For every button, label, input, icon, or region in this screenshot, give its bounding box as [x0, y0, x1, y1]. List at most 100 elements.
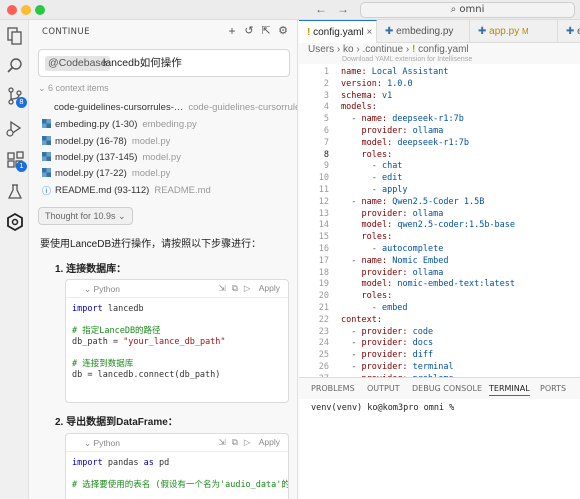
yaml-line: version: 1.0.0 [341, 79, 515, 91]
back-arrow-icon[interactable]: ← [315, 2, 327, 16]
code-actions: ⇲ ⧉ ▷ Apply [213, 283, 280, 294]
yaml-dash: - [341, 184, 382, 195]
yaml-value: Qwen2.5-Coder 1.5B [387, 196, 485, 207]
yaml-line: model: deepseek-r1:7b [341, 138, 515, 150]
info-icon: ⓘ [42, 186, 52, 196]
search-icon[interactable] [5, 56, 25, 76]
context-items-header[interactable]: ⌄ 6 context items [38, 83, 109, 94]
yaml-key: provider: [361, 125, 408, 136]
yaml-key: name: [361, 255, 388, 266]
line-number: 14 [318, 220, 329, 231]
context-item-path: code-guidelines-cursorrules… [188, 102, 297, 113]
thought-toggle[interactable]: Thought for 10.9s ⌄ [38, 207, 133, 225]
code-token: import [72, 458, 103, 468]
line-number: 18 [318, 267, 329, 278]
code-editor[interactable]: 1 2 3 4 5 6 7 8 9 10 11 12 13 14 15 16 17 18 19 20 21 22 23 24 2… [299, 64, 580, 377]
context-item-name: model.py (137-145) [55, 152, 138, 163]
yaml-line: - name: Nomic Embed [341, 256, 515, 268]
context-item[interactable]: ⓘ README.md (93-112) README.md [42, 184, 211, 198]
context-item[interactable]: model.py (137-145) model.py [42, 151, 181, 165]
apply-label: Apply [258, 437, 280, 447]
apply-button[interactable]: ▷ Apply [244, 283, 280, 293]
line-number: 21 [318, 302, 329, 313]
command-search-box[interactable]: ⌕ omni [360, 2, 575, 18]
copy-icon[interactable]: ⧉ [232, 283, 238, 293]
code-lang: ⌄ Python [84, 438, 120, 448]
breadcrumb-item[interactable]: ko [343, 44, 354, 55]
gear-icon[interactable]: ⚙ [277, 24, 289, 38]
new-session-icon[interactable]: + [226, 24, 238, 38]
code-block: ⌄ Python ⇲ ⧉ ▷ Apply import pandas as pd #… [65, 433, 289, 499]
yaml-line: models: [341, 102, 515, 114]
yaml-dash: - [341, 302, 382, 313]
line-number: 4 [323, 102, 329, 113]
zoom-window-button[interactable] [35, 5, 45, 15]
line-number: 19 [318, 279, 329, 290]
run-debug-icon[interactable] [5, 118, 25, 138]
yaml-dash: - [341, 243, 382, 254]
yaml-key: name: [341, 67, 367, 77]
context-item-path: embeding.py [142, 119, 197, 130]
yaml-indent [341, 268, 361, 278]
code-token: db = lancedb.connect(db_path) [72, 370, 221, 380]
breadcrumb-item[interactable]: .continue [362, 44, 403, 55]
tab-app-py[interactable]: ✚ app.py M [470, 20, 558, 43]
context-item[interactable]: model.py (17-22) model.py [42, 167, 170, 181]
yaml-line: - apply [341, 185, 515, 197]
breadcrumb-item[interactable]: config.yaml [418, 44, 469, 55]
source-control-icon[interactable]: 8 [5, 86, 27, 108]
panel-tabs: PROBLEMS OUTPUT DEBUG CONSOLE TERMINAL P… [299, 377, 580, 399]
apply-button[interactable]: ▷ Apply [244, 437, 280, 447]
yaml-value: diff [407, 350, 434, 361]
forward-arrow-icon[interactable]: → [337, 2, 349, 16]
tab-ports[interactable]: PORTS [540, 384, 566, 393]
minimize-window-button[interactable] [21, 5, 31, 15]
tab-embeding-py[interactable]: ✚ embeding.py [377, 20, 470, 43]
yaml-value: edit [381, 173, 403, 184]
close-icon[interactable]: × [366, 27, 372, 38]
source-control-badge: 8 [16, 97, 27, 108]
yaml-key: name: [361, 196, 388, 207]
codebase-tag[interactable]: @Codebase [45, 56, 110, 71]
python-file-icon [42, 119, 51, 128]
code-comment: # 选择要使用的表名 (假设有一个名为'audio_data'的表) [72, 480, 289, 490]
explorer-icon[interactable] [5, 26, 25, 46]
apply-label: Apply [258, 283, 280, 293]
yaml-line: - name: Qwen2.5-Coder 1.5B [341, 197, 515, 209]
history-icon[interactable]: ↺ [243, 24, 255, 38]
continue-extension-icon[interactable] [5, 212, 25, 232]
close-window-button[interactable] [7, 5, 17, 15]
yaml-indent [341, 291, 361, 301]
tab-overflow[interactable]: ✚ e [558, 20, 580, 43]
tab-debug-console[interactable]: DEBUG CONSOLE [412, 384, 482, 393]
tab-config-yaml[interactable]: ! config.yaml × [299, 20, 377, 43]
context-item[interactable]: code-guidelines-cursorrules-… code-guidel… [54, 101, 297, 115]
context-item-name: embeding.py (1-30) [55, 119, 138, 130]
extensions-icon[interactable]: 1 [5, 150, 27, 172]
line-number: 23 [318, 326, 329, 337]
context-item-path: model.py [131, 136, 171, 147]
tab-output[interactable]: OUTPUT [367, 384, 400, 393]
yaml-line: model: nomic-embed-text:latest [341, 279, 515, 291]
yaml-content[interactable]: name: Local Assistant version: 1.0.0 schem… [341, 64, 515, 377]
yaml-key: provider: [361, 338, 408, 349]
terminal[interactable]: venv(venv) ko@kom3pro omni % [299, 399, 580, 499]
open-in-editor-icon[interactable]: ⇱ [260, 24, 272, 38]
yaml-key: roles: [361, 291, 393, 302]
line-number: 10 [318, 173, 329, 184]
context-item[interactable]: embeding.py (1-30) embeding.py [42, 118, 197, 132]
yaml-indent [341, 126, 361, 136]
breadcrumb-item[interactable]: Users [308, 44, 334, 55]
context-item[interactable]: model.py (16-78) model.py [42, 135, 170, 149]
context-item-name: model.py (16-78) [55, 136, 127, 147]
tab-terminal[interactable]: TERMINAL [489, 384, 530, 396]
insert-icon[interactable]: ⇲ [219, 437, 226, 447]
testing-flask-icon[interactable] [5, 182, 25, 202]
yaml-key: roles: [361, 149, 393, 160]
tab-problems[interactable]: PROBLEMS [311, 384, 355, 393]
insert-icon[interactable]: ⇲ [219, 283, 226, 293]
copy-icon[interactable]: ⧉ [232, 437, 238, 447]
line-number: 26 [318, 361, 329, 372]
chat-query-box[interactable]: @Codebase lancedb如何操作 [38, 49, 290, 77]
yaml-value: 1.0.0 [381, 78, 413, 89]
